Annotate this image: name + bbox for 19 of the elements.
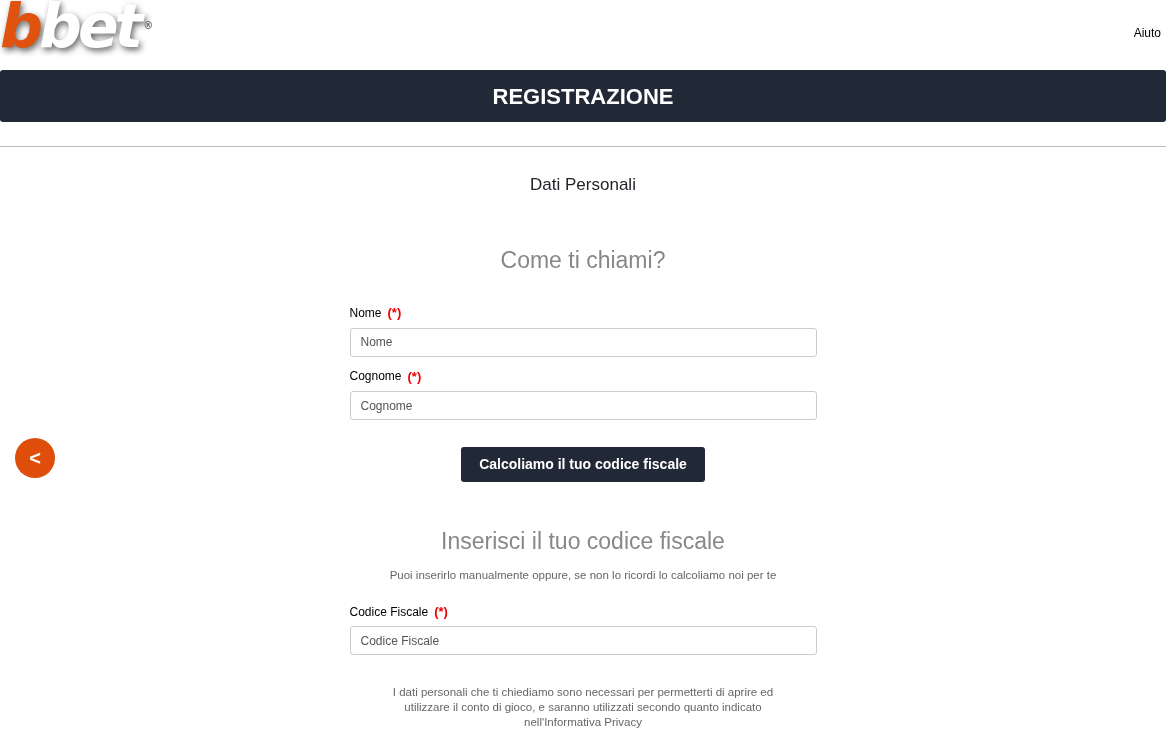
- field-label: Codice Fiscale: [349, 603, 429, 621]
- help-link[interactable]: Aiuto: [1133, 24, 1161, 42]
- section-heading: Come ti chiami?: [499, 245, 667, 275]
- hint-text: Puoi inserirlo manualmente oppure, se non lo ricordi lo calcoliamo noi per te: [388, 567, 778, 583]
- page-title-bar: REGISTRAZIONE: [0, 70, 1166, 122]
- field-label: Nome: [349, 304, 382, 322]
- text-field[interactable]: Nome: [349, 327, 817, 357]
- calculate-button[interactable]: Calcoliamo il tuo codice fiscale: [461, 447, 705, 482]
- field-label: Cognome: [349, 368, 402, 386]
- back-button[interactable]: <: [15, 438, 55, 478]
- step-title: Dati Personali: [529, 174, 637, 196]
- required-mark: (*): [434, 602, 448, 621]
- required-mark: (*): [407, 367, 422, 386]
- section-heading: Inserisci il tuo codice fiscale: [440, 527, 726, 556]
- privacy-note: I dati personali che ti chiediamo sono necessari per permetterti di aprire ed utilizzare il conto di gioco, e saranno utilizzati secondo quanto indicato nell'Informativa Privacy: [391, 685, 775, 731]
- required-mark: (*): [387, 304, 402, 322]
- logo: bbet®: [0, 0, 154, 56]
- text-field[interactable]: Codice Fiscale: [349, 626, 817, 656]
- text-field[interactable]: Cognome: [349, 391, 817, 420]
